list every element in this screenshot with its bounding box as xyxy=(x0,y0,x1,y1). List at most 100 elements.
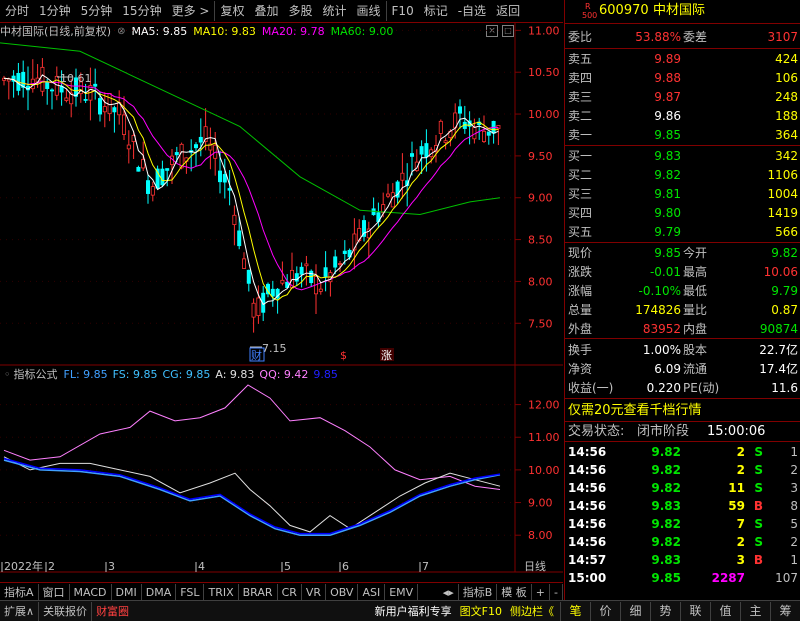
candle-body xyxy=(299,266,304,275)
indicator-tab[interactable]: VR xyxy=(302,583,327,601)
date-axis-label: 5 xyxy=(284,560,291,573)
stat-label: 现价 xyxy=(568,246,593,260)
dividend-marker: $ xyxy=(340,349,347,362)
toolbar-item[interactable]: 画线 xyxy=(352,1,386,21)
related-quote-button[interactable]: 关联报价 xyxy=(38,601,91,621)
stat-value: 17.4亿 xyxy=(759,362,798,376)
tick-price: 9.82 xyxy=(651,535,681,549)
candle-body xyxy=(126,144,131,150)
indicator-tab[interactable]: FSL xyxy=(176,583,205,601)
indicator-axis-label: 11.00 xyxy=(528,431,560,444)
level-volume: 342 xyxy=(775,149,798,163)
date-axis-label: 2 xyxy=(48,560,55,573)
ma60-line xyxy=(0,42,501,216)
tick-count: 107 xyxy=(775,571,798,585)
tick-row: 15:00 9.85 2287 107 xyxy=(565,569,800,587)
indicator-cg: CG: 9.85 xyxy=(162,367,211,381)
stat-label: 股本 xyxy=(683,343,708,357)
indicator-settings-icon[interactable]: ◦ xyxy=(4,368,11,381)
toolbar-item[interactable]: 统计 xyxy=(318,1,352,21)
level2-promo[interactable]: 仅需20元查看千档行情 xyxy=(565,402,800,420)
candle-body xyxy=(45,81,50,89)
price-axis-label: 8.50 xyxy=(528,234,553,247)
fortune-circle-button[interactable]: 财富圈 xyxy=(91,601,133,621)
level-label: 卖四 xyxy=(568,71,593,85)
indicator-tab[interactable]: MACD xyxy=(70,583,112,601)
indicator-tab[interactable]: + xyxy=(532,583,551,601)
indicator-tab[interactable]: DMA xyxy=(142,583,177,601)
expand-button[interactable]: 扩展∧ xyxy=(0,602,38,621)
candle-body xyxy=(424,143,429,158)
indicator-tab[interactable]: EMV xyxy=(385,583,419,601)
panel-tab[interactable]: 价 xyxy=(590,601,620,621)
indicator-axis-label: 12.00 xyxy=(528,399,560,412)
tick-direction: S xyxy=(754,517,763,531)
stat-row: 总量 174826 量比 0.87 xyxy=(565,301,800,319)
candle-body xyxy=(270,288,275,297)
candle-body xyxy=(237,230,242,247)
stat-row: 收益(一) 0.220 PE(动) 11.6 xyxy=(565,379,800,397)
toolbar-item[interactable]: 返回 xyxy=(491,1,525,21)
indicator-tab[interactable]: - xyxy=(550,583,563,601)
indicator-tab[interactable]: DMI xyxy=(112,583,142,601)
sidebar-toggle[interactable]: 侧边栏《 xyxy=(506,602,558,621)
candle-body xyxy=(198,136,203,143)
stat-label: 量比 xyxy=(683,303,708,317)
panel-tab[interactable]: 筹 xyxy=(770,601,800,621)
indicator-tab[interactable]: BRAR xyxy=(239,583,278,601)
price-axis-label: 7.50 xyxy=(528,317,553,330)
panel-tab[interactable]: 值 xyxy=(710,601,740,621)
stat-label: 收益(一) xyxy=(568,381,614,395)
ma5-line xyxy=(3,74,499,306)
toolbar-item[interactable]: -自选 xyxy=(453,1,491,21)
tick-volume: 3 xyxy=(736,553,745,567)
panel-tab[interactable]: 主 xyxy=(740,601,770,621)
panel-tab[interactable]: 势 xyxy=(650,601,680,621)
indicator-tab[interactable]: CR xyxy=(278,583,302,601)
candle-body xyxy=(337,263,342,265)
tick-row: 14:56 9.82 2 S 2 xyxy=(565,533,800,551)
tick-time: 14:56 xyxy=(568,499,607,513)
indicator-axis-label: 9.00 xyxy=(528,497,553,510)
level2-promo-text[interactable]: 仅需20元查看千档行情 xyxy=(568,402,702,420)
limit-up-marker: 涨 xyxy=(381,349,392,362)
candle-body xyxy=(227,188,232,191)
order-book-row: 买五 9.79 566 xyxy=(565,223,800,241)
level-price: 9.87 xyxy=(654,90,681,104)
indicator-tab[interactable]: OBV xyxy=(326,583,359,601)
toolbar-item[interactable]: 复权 xyxy=(214,1,249,21)
level-label: 买三 xyxy=(568,187,593,201)
panel-tab[interactable]: 笔 xyxy=(560,601,590,621)
toolbar-item[interactable]: 多股 xyxy=(283,1,317,21)
toolbar-item[interactable]: 分时 xyxy=(0,1,34,21)
indicator-tab[interactable]: ASI xyxy=(358,583,386,601)
candle-body xyxy=(174,152,179,156)
candle-body xyxy=(50,89,55,92)
toolbar-item[interactable]: 5分钟 xyxy=(76,1,118,21)
weicha-label: 委差 xyxy=(683,30,708,44)
indicator-tab[interactable]: TRIX xyxy=(204,583,239,601)
candle-body xyxy=(160,168,165,186)
tab-scroll-arrows-icon[interactable]: ◂▸ xyxy=(439,583,459,601)
indicator-tab[interactable]: 指标A xyxy=(0,583,39,601)
level-label: 卖三 xyxy=(568,90,593,104)
toolbar-item[interactable]: 叠加 xyxy=(249,1,283,21)
level-price: 9.80 xyxy=(654,206,681,220)
toolbar-item[interactable]: 15分钟 xyxy=(117,1,166,21)
chart-canvas[interactable]: 11.00 10.50 10.00 9.50 9.00 8.50 8.00 7.50 10.6… xyxy=(0,22,563,582)
level-volume: 1004 xyxy=(767,187,798,201)
panel-tab[interactable]: 联 xyxy=(680,601,710,621)
toolbar-item[interactable]: F10 xyxy=(385,1,419,21)
stat-value: -0.01 xyxy=(649,265,681,279)
indicator-tab[interactable]: 窗口 xyxy=(39,583,70,601)
panel-tab[interactable]: 细 xyxy=(620,601,650,621)
indicator-tab[interactable]: 模 板 xyxy=(497,583,532,601)
toolbar-item[interactable]: 1分钟 xyxy=(34,1,76,21)
tick-time: 15:00 xyxy=(568,571,607,585)
level-price: 9.83 xyxy=(654,149,681,163)
f10-button[interactable]: 图文F10 xyxy=(456,602,506,621)
new-user-promo[interactable]: 新用户福利专享 xyxy=(371,602,456,621)
toolbar-item[interactable]: 标记 xyxy=(419,1,453,21)
indicator-tab[interactable]: 指标B xyxy=(459,583,498,601)
toolbar-item[interactable]: 更多 > xyxy=(167,1,215,21)
